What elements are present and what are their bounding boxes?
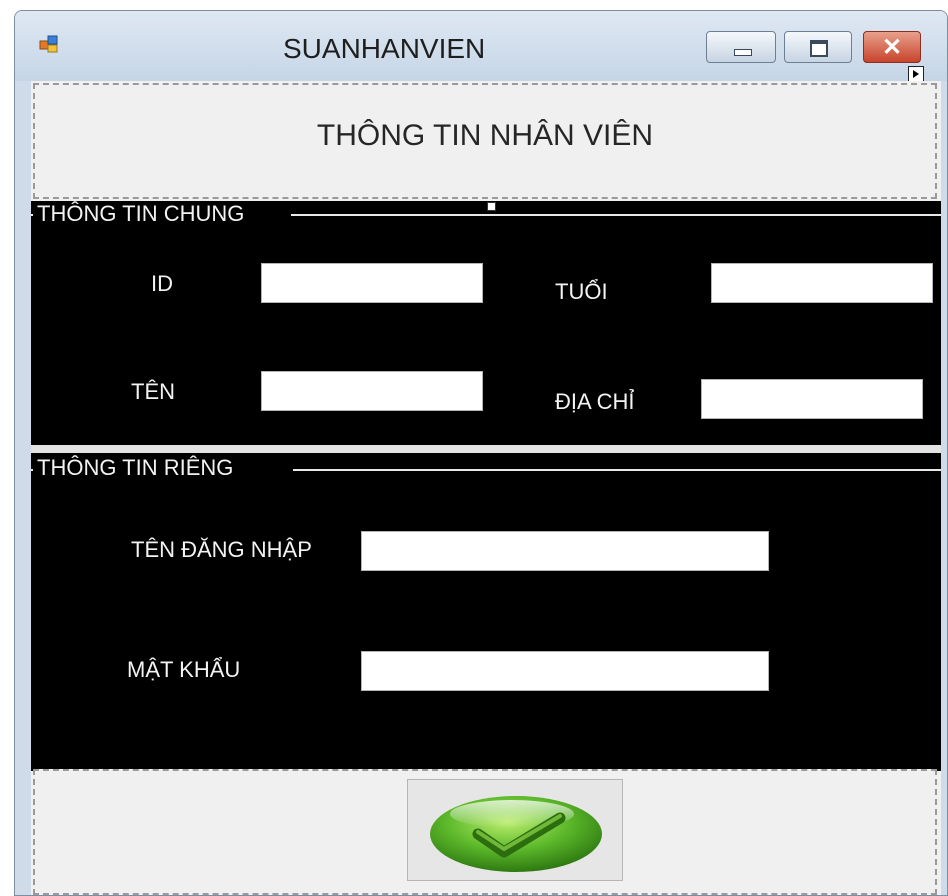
private-info-group: THÔNG TIN RIÊNG TÊN ĐĂNG NHẬP MẬT KHẨU (31, 453, 941, 771)
window-frame: SUANHANVIEN ✕ THÔNG TIN NHÂN VIÊN THÔNG … (14, 10, 948, 896)
resize-handle[interactable] (487, 202, 496, 211)
close-icon: ✕ (881, 33, 903, 61)
age-input[interactable] (711, 263, 933, 303)
maximize-icon (810, 40, 828, 57)
smart-tag-arrow-icon[interactable] (908, 66, 924, 82)
form-client-area: THÔNG TIN NHÂN VIÊN THÔNG TIN CHUNG ID T… (31, 81, 941, 895)
footer-panel (33, 769, 937, 895)
header-panel: THÔNG TIN NHÂN VIÊN (33, 83, 937, 199)
groupbox-border (293, 469, 941, 471)
maximize-button[interactable] (784, 31, 852, 63)
address-input[interactable] (701, 379, 923, 419)
username-input[interactable] (361, 531, 769, 571)
username-label: TÊN ĐĂNG NHẬP (131, 537, 312, 562)
general-info-title: THÔNG TIN CHUNG (33, 201, 249, 227)
private-info-title: THÔNG TIN RIÊNG (33, 455, 238, 481)
green-check-icon (430, 796, 602, 872)
app-form-icon (39, 35, 58, 53)
minimize-icon (734, 49, 752, 56)
id-input[interactable] (261, 263, 483, 303)
minimize-button[interactable] (706, 31, 776, 63)
general-info-group: THÔNG TIN CHUNG ID TUỔI TÊN ĐỊA CHỈ (31, 201, 941, 445)
confirm-button[interactable] (407, 779, 623, 881)
group-separator (31, 445, 941, 453)
id-label: ID (151, 271, 173, 296)
age-label: TUỔI (555, 279, 608, 304)
window-title: SUANHANVIEN (283, 33, 486, 64)
name-label: TÊN (131, 379, 175, 404)
password-label: MẬT KHẨU (127, 657, 241, 682)
password-input[interactable] (361, 651, 769, 691)
address-label: ĐỊA CHỈ (555, 389, 635, 414)
close-button[interactable]: ✕ (863, 31, 921, 63)
name-input[interactable] (261, 371, 483, 411)
groupbox-border (291, 214, 941, 216)
page-title: THÔNG TIN NHÂN VIÊN (316, 119, 654, 152)
title-bar[interactable]: SUANHANVIEN ✕ (15, 11, 947, 81)
